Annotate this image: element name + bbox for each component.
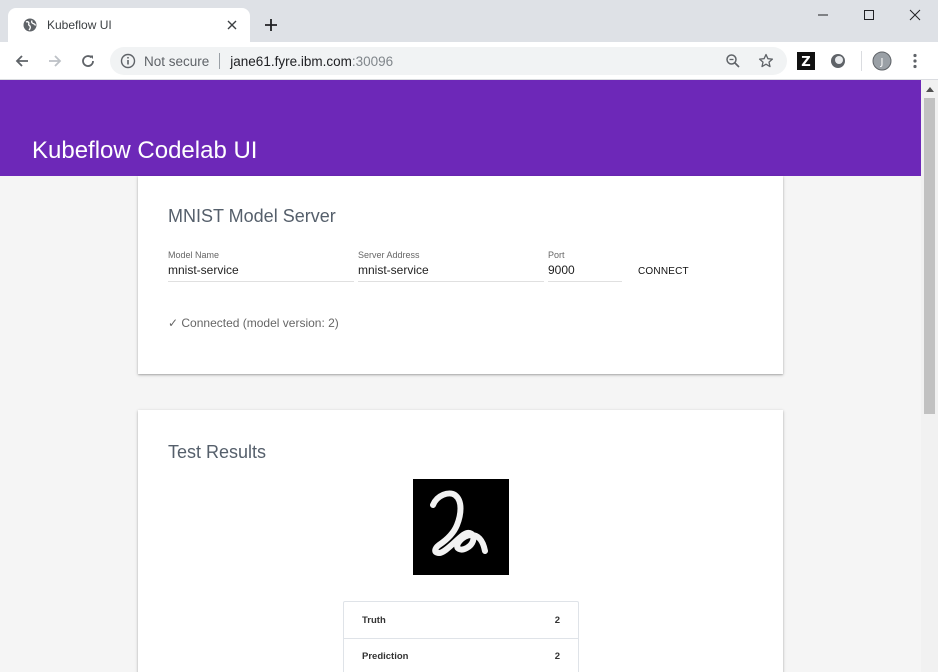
forward-arrow-icon[interactable] — [43, 49, 67, 73]
new-tab-icon[interactable] — [260, 14, 282, 36]
minimize-icon[interactable] — [800, 0, 846, 30]
browser-toolbar: Not secure jane61.fyre.ibm.com:30096 Z J — [0, 42, 938, 80]
tab-title: Kubeflow UI — [47, 18, 112, 32]
prediction-row: Prediction 2 — [344, 638, 578, 672]
app-bar: Kubeflow Codelab UI — [0, 80, 921, 176]
reload-icon[interactable] — [76, 49, 100, 73]
prediction-label: Prediction — [362, 651, 409, 662]
truth-value: 2 — [554, 614, 560, 626]
url-host: jane61.fyre.ibm.com — [230, 53, 352, 69]
address-separator — [219, 53, 221, 69]
close-tab-icon[interactable] — [224, 17, 240, 33]
model-name-input[interactable]: mnist-service — [168, 263, 354, 282]
page-scrollbar[interactable] — [921, 80, 938, 672]
profile-initial: J — [880, 57, 884, 68]
server-address-field[interactable]: Server Address mnist-service — [358, 250, 544, 282]
maximize-icon[interactable] — [846, 0, 892, 30]
back-arrow-icon[interactable] — [10, 49, 34, 73]
extension-z-letter: Z — [801, 55, 810, 70]
truth-row: Truth 2 — [344, 602, 578, 638]
scroll-thumb[interactable] — [924, 98, 935, 414]
server-address-label: Server Address — [358, 250, 420, 260]
browser-titlebar: Kubeflow UI — [0, 0, 938, 42]
port-input[interactable]: 9000 — [548, 263, 622, 282]
close-window-icon[interactable] — [892, 0, 938, 30]
test-results-title: Test Results — [168, 442, 267, 462]
bookmark-star-icon[interactable] — [754, 47, 778, 75]
info-icon[interactable] — [120, 53, 136, 69]
truth-label: Truth — [362, 614, 386, 626]
zoom-icon[interactable] — [721, 47, 745, 75]
test-results-card: Test Results Truth 2 Prediction 2 — [138, 410, 783, 672]
security-label: Not secure — [144, 53, 210, 69]
scroll-up-arrow-icon[interactable] — [921, 80, 938, 97]
url-port: :30096 — [351, 53, 394, 69]
zotero-extension-icon[interactable]: Z — [796, 51, 816, 71]
profile-avatar[interactable]: J — [872, 51, 892, 71]
port-label: Port — [548, 250, 565, 260]
page-viewport: Kubeflow Codelab UI MNIST Model Server M… — [0, 80, 921, 672]
globe-icon — [22, 17, 38, 33]
menu-dots-icon[interactable] — [905, 51, 925, 71]
connect-button[interactable]: CONNECT — [638, 266, 689, 277]
toolbar-divider — [861, 51, 862, 71]
browser-tab[interactable]: Kubeflow UI — [8, 8, 250, 42]
prediction-value: 2 — [554, 651, 560, 662]
model-server-card: MNIST Model Server Model Name mnist-serv… — [138, 176, 783, 374]
server-address-input[interactable]: mnist-service — [358, 263, 544, 282]
port-field[interactable]: Port 9000 — [548, 250, 622, 282]
model-server-title: MNIST Model Server — [168, 206, 336, 226]
address-bar[interactable]: Not secure jane61.fyre.ibm.com:30096 — [110, 47, 787, 75]
connection-status: ✓ Connected (model version: 2) — [168, 316, 339, 330]
app-title: Kubeflow Codelab UI — [32, 137, 258, 164]
model-name-field[interactable]: Model Name mnist-service — [168, 250, 354, 282]
model-name-label: Model Name — [168, 250, 220, 260]
extension-circle-icon[interactable] — [828, 51, 848, 71]
results-table: Truth 2 Prediction 2 — [343, 601, 579, 672]
mnist-digit-image — [413, 479, 509, 575]
